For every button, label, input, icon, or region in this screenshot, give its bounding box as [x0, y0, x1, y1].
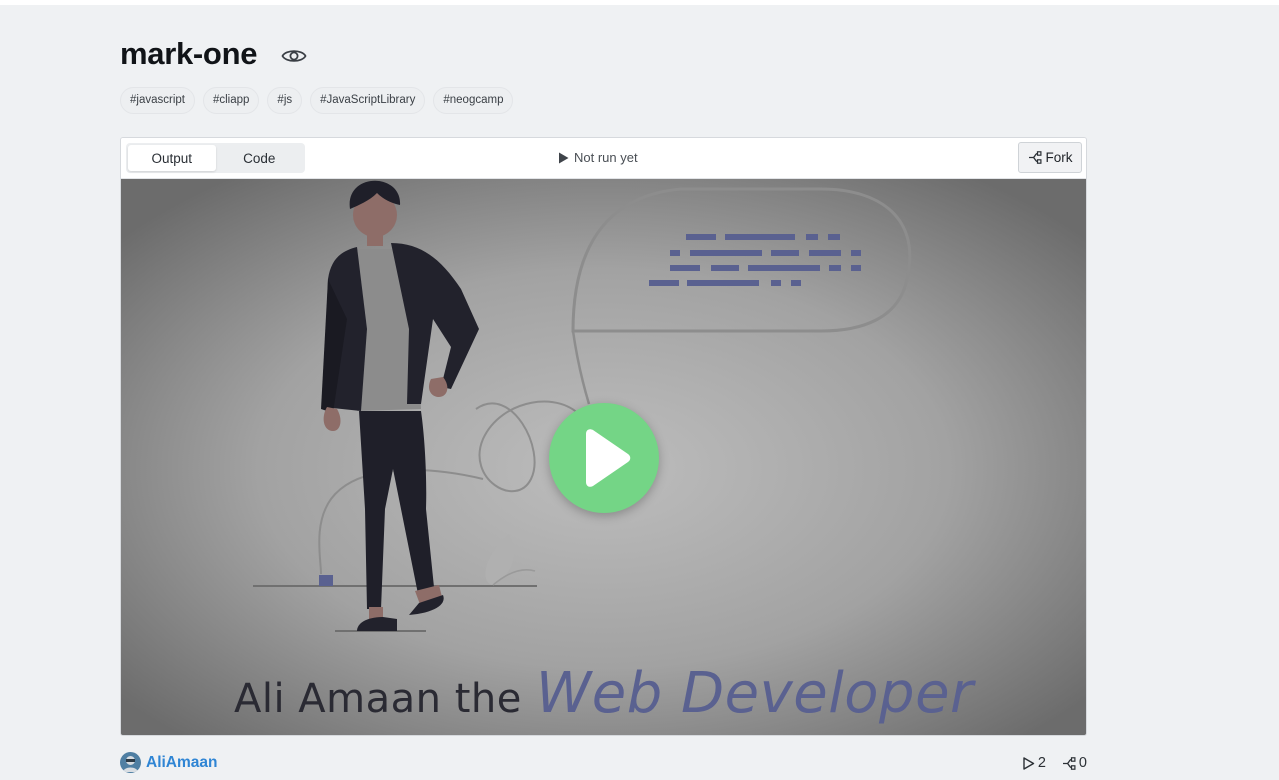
playground-toolbar: Output Code Not run yet Fork	[121, 138, 1086, 179]
playground-footer: AliAmaan 2 0	[120, 752, 1087, 778]
run-count-value: 2	[1037, 755, 1046, 771]
page-title: mark-one	[120, 36, 258, 71]
play-triangle-icon	[559, 152, 569, 163]
tab-output[interactable]: Output	[128, 145, 216, 171]
tag-list: #javascript #cliapp #js #JavaScriptLibra…	[120, 87, 514, 114]
run-count[interactable]: 2	[1022, 755, 1046, 771]
fork-icon	[1028, 151, 1042, 164]
fork-count-value: 0	[1078, 755, 1087, 771]
play-icon	[586, 429, 631, 487]
play-outline-icon	[1023, 756, 1035, 770]
tag[interactable]: #javascript	[120, 87, 195, 114]
caption-name: Ali Amaan the	[234, 676, 522, 722]
tag[interactable]: #JavaScriptLibrary	[310, 87, 426, 114]
caption-role: Web Developer	[535, 661, 974, 726]
tab-code[interactable]: Code	[216, 145, 304, 171]
author-link[interactable]: AliAmaan	[120, 752, 218, 773]
eye-icon[interactable]	[281, 46, 307, 66]
fork-count[interactable]: 0	[1062, 755, 1087, 771]
view-switcher: Output Code	[126, 143, 305, 173]
author-name: AliAmaan	[146, 753, 218, 771]
top-bar	[0, 0, 1279, 5]
fork-icon	[1062, 756, 1076, 770]
run-status-label: Not run yet	[574, 150, 638, 165]
tag[interactable]: #js	[267, 87, 303, 114]
play-button[interactable]	[549, 403, 659, 513]
avatar	[120, 752, 141, 773]
run-status[interactable]: Not run yet	[558, 150, 638, 165]
playground-frame: Output Code Not run yet Fork Ali Amaan t…	[120, 137, 1087, 736]
cover-caption: Ali Amaan the Web Developer	[234, 661, 974, 726]
title-row: mark-one	[120, 34, 307, 74]
tag[interactable]: #neogcamp	[433, 87, 514, 114]
tag[interactable]: #cliapp	[202, 87, 260, 114]
fork-button[interactable]: Fork	[1018, 142, 1082, 173]
fork-label: Fork	[1045, 150, 1073, 165]
playground-stats: 2 0	[1022, 755, 1087, 771]
output-preview[interactable]: Ali Amaan the Web Developer	[121, 179, 1086, 735]
